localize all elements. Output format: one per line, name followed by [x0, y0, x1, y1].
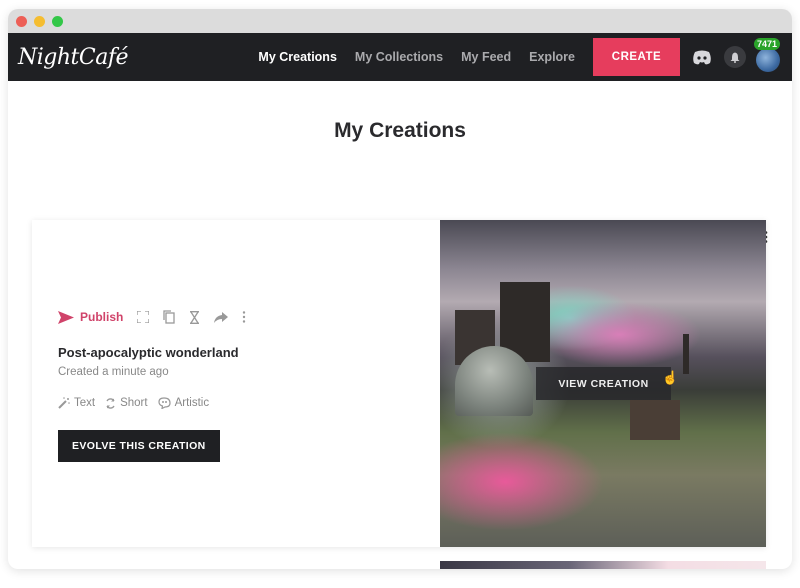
copy-icon	[163, 310, 175, 324]
meta-style: Artistic	[157, 397, 210, 409]
nav-links: My Creations My Collections My Feed Expl…	[258, 33, 782, 81]
duplicate-button[interactable]	[163, 310, 175, 324]
main-content: My Creations View: Filter: DEFAULT ⌄	[8, 119, 792, 243]
maximize-window-button[interactable]	[52, 15, 63, 27]
creation-card: Publish Post-apocalyptic wonderland Crea…	[32, 220, 766, 547]
send-icon	[58, 310, 74, 324]
hourglass-button[interactable]	[189, 310, 200, 324]
title-bar	[8, 9, 792, 33]
fullscreen-button[interactable]	[137, 311, 150, 323]
meta-duration-label: Short	[120, 397, 148, 409]
evolve-creation-button[interactable]: EVOLVE THIS CREATION	[58, 430, 220, 462]
discord-icon	[693, 50, 711, 64]
meta-text-label: Text	[74, 397, 96, 409]
notifications-button[interactable]	[724, 46, 746, 68]
magic-wand-icon	[58, 397, 70, 409]
creation-image[interactable]: VIEW CREATION ☝	[440, 220, 766, 547]
view-creation-button[interactable]: VIEW CREATION	[536, 367, 671, 400]
hourglass-icon	[190, 310, 200, 324]
credits-badge: 7471	[754, 38, 781, 50]
creation-title: Post-apocalyptic wonderland	[58, 345, 239, 360]
share-icon	[214, 311, 229, 323]
minimize-window-button[interactable]	[34, 15, 45, 27]
creation-meta: Text Short Artistic	[58, 397, 209, 409]
nav-my-collections[interactable]: My Collections	[355, 50, 443, 64]
avatar	[756, 48, 780, 72]
next-creation-image-preview[interactable]	[440, 561, 766, 569]
meta-text: Text	[58, 397, 95, 409]
image-shack	[630, 400, 680, 440]
meta-style-label: Artistic	[174, 397, 210, 409]
nav-my-creations[interactable]: My Creations	[258, 50, 337, 64]
publish-button[interactable]: Publish	[58, 310, 123, 324]
nav-my-feed[interactable]: My Feed	[461, 50, 511, 64]
user-menu[interactable]: 7471	[754, 38, 782, 72]
cycle-icon	[106, 397, 115, 409]
navbar: NightCafé My Creations My Collections My…	[8, 33, 792, 81]
publish-label: Publish	[80, 310, 124, 324]
pointer-cursor-icon: ☝	[662, 370, 679, 385]
image-dome	[455, 346, 533, 416]
browser-window: NightCafé My Creations My Collections My…	[8, 9, 792, 569]
creation-details: Publish Post-apocalyptic wonderland Crea…	[32, 220, 440, 547]
meta-duration: Short	[105, 397, 148, 409]
nav-explore[interactable]: Explore	[529, 50, 575, 64]
page-title: My Creations	[334, 119, 466, 142]
create-button[interactable]: CREATE	[593, 38, 680, 76]
creation-actions: Publish	[58, 310, 246, 324]
more-actions-button[interactable]	[242, 311, 246, 323]
creation-timestamp: Created a minute ago	[58, 366, 169, 378]
discord-button[interactable]	[692, 50, 712, 65]
image-chimney	[683, 334, 689, 374]
logo[interactable]: NightCafé	[18, 45, 129, 70]
share-button[interactable]	[214, 311, 229, 323]
artistic-icon	[157, 397, 171, 409]
fullscreen-icon	[137, 311, 150, 323]
bell-icon	[730, 52, 740, 63]
close-window-button[interactable]	[16, 15, 27, 27]
more-vertical-icon	[243, 311, 246, 323]
